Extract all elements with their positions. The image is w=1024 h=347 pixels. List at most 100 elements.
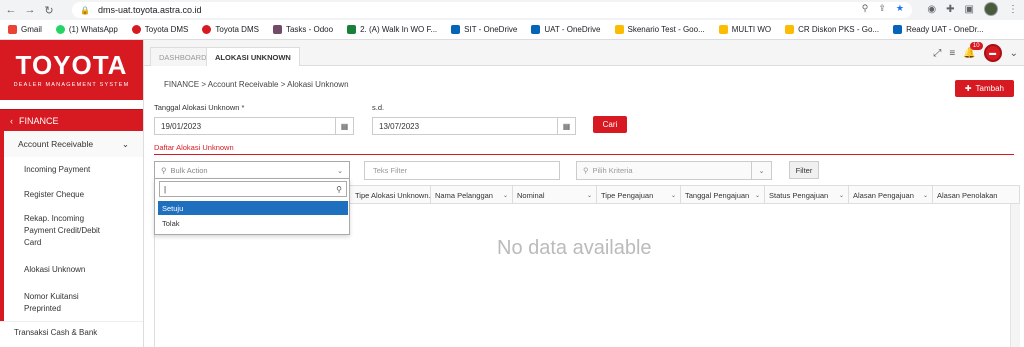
module-finance[interactable]: ‹ FINANCE: [0, 109, 143, 131]
column-nama-pelanggan[interactable]: Nama Pelanggan ⌄: [431, 186, 513, 204]
chevron-down-icon: ⌄: [751, 162, 771, 179]
drive-icon: [718, 25, 728, 34]
chevron-down-icon: ⌄: [754, 192, 760, 199]
sidebar-item-incoming-payment[interactable]: Incoming Payment: [0, 157, 143, 182]
chevron-down-icon: ⌄: [838, 192, 844, 199]
sidebar-item-register-cheque[interactable]: Register Cheque: [0, 182, 143, 207]
url-text: dms-uat.toyota.astra.co.id: [97, 5, 202, 15]
toyota-icon: [131, 25, 141, 34]
bookmark-item[interactable]: Ready UAT - OneDr...: [893, 25, 984, 34]
brand-subtitle: DEALER MANAGEMENT SYSTEM: [13, 82, 130, 88]
star-icon[interactable]: ★: [896, 3, 904, 14]
forward-icon[interactable]: →: [22, 2, 38, 18]
bookmark-item[interactable]: SIT - OneDrive: [451, 25, 517, 34]
date-to-input[interactable]: 13/07/2023 ▦: [372, 117, 576, 135]
calendar-icon[interactable]: ▦: [335, 118, 353, 134]
drive-icon: [785, 25, 795, 34]
lock-icon: 🔒: [80, 5, 90, 15]
bulk-action-dropdown: | ⚲ Setuju Tolak: [154, 178, 350, 235]
tab-bar: DASHBOARD ALOKASI UNKNOWN ⤢ ≡ 🔔 10 ▬ ⌄: [144, 40, 1024, 66]
sidebar-item-alokasi-unknown[interactable]: Alokasi Unknown: [0, 255, 143, 285]
list-menu-icon[interactable]: ≡: [949, 48, 955, 59]
filter-button[interactable]: Filter: [789, 161, 819, 179]
bell-icon[interactable]: 🔔 10: [963, 41, 983, 59]
section-divider: [154, 154, 1014, 155]
back-icon[interactable]: ←: [3, 2, 19, 18]
dropdown-search-input[interactable]: | ⚲: [159, 181, 347, 197]
column-nominal[interactable]: Nominal ⌄: [513, 186, 597, 204]
date-from-label: Tanggal Alokasi Unknown *: [154, 103, 245, 112]
notification-badge: 10: [969, 41, 983, 50]
option-setuju[interactable]: Setuju: [158, 201, 348, 215]
bookmark-item[interactable]: 2. (A) Walk In WO F...: [347, 25, 437, 34]
add-button[interactable]: ✚ Tambah: [954, 80, 1014, 97]
bookmarks-bar: Gmail (1) WhatsApp Toyota DMS Toyota DMS…: [0, 20, 1024, 40]
bookmark-item[interactable]: CR Diskon PKS - Go...: [785, 25, 879, 34]
date-to-label: s.d.: [372, 103, 385, 112]
chevron-down-icon: ⌄: [586, 192, 592, 199]
whatsapp-icon: [55, 25, 65, 34]
chevron-down-icon: ⌄: [502, 192, 508, 199]
onedrive-icon: [531, 25, 541, 34]
section-title: Daftar Alokasi Unknown: [154, 143, 234, 152]
zoom-icon[interactable]: ⚲: [862, 3, 869, 14]
chevron-left-icon: ‹: [10, 115, 13, 126]
criteria-select[interactable]: ⚲ Pilih Kriteria ⌄: [576, 161, 772, 180]
sheets-icon: [347, 25, 357, 34]
chevron-down-icon: ⌄: [922, 192, 928, 199]
chevron-down-icon: ⌄: [121, 138, 129, 149]
search-icon: ⚲: [336, 184, 342, 194]
reload-icon[interactable]: ↻: [41, 2, 57, 18]
sidebar-item-nomor-kuitansi[interactable]: Nomor Kuitansi Preprinted: [0, 285, 143, 321]
column-tipe-alokasi[interactable]: Tipe Alokasi Unknown...: [351, 186, 431, 204]
bookmark-item[interactable]: Gmail: [8, 25, 42, 34]
menu-icon[interactable]: ⋮: [1008, 4, 1018, 15]
extensions-icon[interactable]: ✚: [946, 4, 954, 15]
user-avatar[interactable]: ▬: [983, 44, 1002, 62]
tab-alokasi-unknown[interactable]: ALOKASI UNKNOWN: [206, 47, 300, 66]
sidebar-group-account-receivable[interactable]: Account Receivable ⌄: [0, 131, 143, 157]
search-icon: ⚲: [161, 166, 167, 175]
profile-avatar[interactable]: [984, 2, 998, 16]
no-data-message: No data available: [497, 237, 652, 259]
chevron-down-icon: ⌄: [670, 192, 676, 199]
breadcrumb: FINANCE > Account Receivable > Alokasi U…: [164, 80, 349, 89]
date-from-input[interactable]: 19/01/2023 ▦: [154, 117, 354, 135]
vertical-scrollbar[interactable]: [1010, 204, 1020, 347]
share-icon[interactable]: ⇪: [878, 3, 886, 14]
fullscreen-icon[interactable]: ⤢: [933, 48, 941, 59]
column-status-pengajuan[interactable]: Status Pengajuan ⌄: [765, 186, 849, 204]
text-filter-input[interactable]: Teks Filter: [364, 161, 560, 180]
bookmark-item[interactable]: Tasks - Odoo: [272, 25, 333, 34]
bookmark-item[interactable]: Toyota DMS: [131, 25, 188, 34]
drive-icon: [614, 25, 624, 34]
onedrive-icon: [893, 25, 903, 34]
sidebar-menu: Account Receivable ⌄ Incoming Payment Re…: [0, 131, 143, 343]
sidepanel-icon[interactable]: ▣: [965, 4, 974, 15]
odoo-icon: [272, 25, 282, 34]
camera-icon[interactable]: ◉: [927, 4, 936, 15]
sidebar-item-transaksi-cash-bank[interactable]: Transaksi Cash & Bank: [0, 321, 143, 343]
calendar-icon[interactable]: ▦: [557, 118, 575, 134]
address-bar[interactable]: 🔒 dms-uat.toyota.astra.co.id ⚲ ⇪ ★: [72, 2, 912, 18]
bookmark-item[interactable]: Skenario Test - Goo...: [614, 25, 705, 34]
column-tanggal-pengajuan[interactable]: Tanggal Pengajuan ⌄: [681, 186, 765, 204]
bookmark-item[interactable]: UAT - OneDrive: [531, 25, 601, 34]
chevron-down-icon: ⌄: [337, 167, 343, 175]
gmail-icon: [8, 25, 17, 34]
column-alasan-pengajuan[interactable]: Alasan Pengajuan ⌄: [849, 186, 933, 204]
bookmark-item[interactable]: Toyota DMS: [202, 25, 259, 34]
search-button[interactable]: Cari: [593, 116, 627, 133]
sidebar-item-rekap-incoming-payment[interactable]: Rekap. Incoming Payment Credit/Debit Car…: [0, 207, 143, 255]
brand-logo[interactable]: TOYOTA DEALER MANAGEMENT SYSTEM: [0, 40, 143, 100]
column-alasan-penolakan[interactable]: Alasan Penolakan: [933, 186, 1019, 204]
bookmark-item[interactable]: (1) WhatsApp: [55, 25, 118, 34]
column-tipe-pengajuan[interactable]: Tipe Pengajuan ⌄: [597, 186, 681, 204]
onedrive-icon: [451, 25, 461, 34]
chevron-down-icon[interactable]: ⌄: [1010, 48, 1018, 59]
option-tolak[interactable]: Tolak: [158, 216, 348, 230]
toyota-icon: [202, 25, 212, 34]
plus-icon: ✚: [964, 84, 972, 93]
search-icon: ⚲: [583, 166, 589, 175]
bookmark-item[interactable]: MULTI WO: [718, 25, 771, 34]
